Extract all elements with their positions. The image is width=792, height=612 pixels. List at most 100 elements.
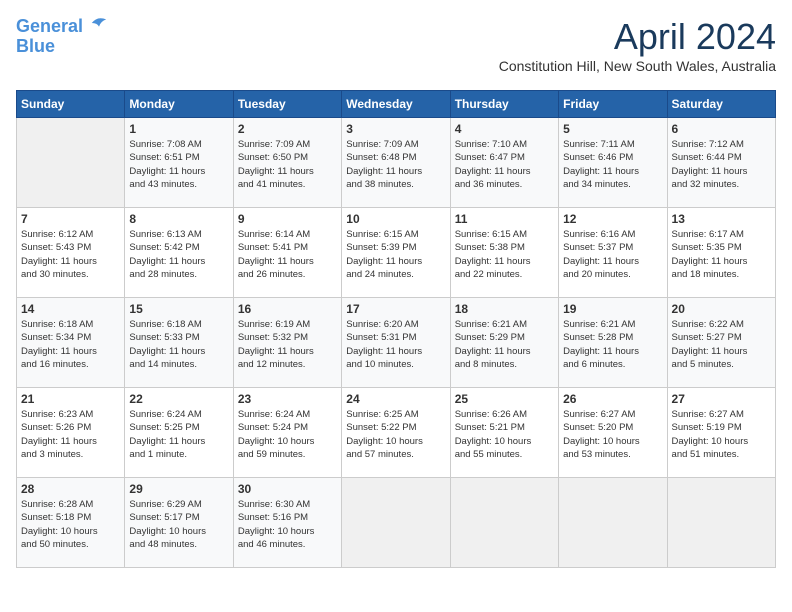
day-info: Sunrise: 6:19 AMSunset: 5:32 PMDaylight:… bbox=[238, 318, 337, 371]
day-number: 19 bbox=[563, 302, 662, 316]
logo: General Blue bbox=[16, 16, 108, 57]
calendar-cell: 4 Sunrise: 7:10 AMSunset: 6:47 PMDaylight… bbox=[450, 118, 558, 208]
day-number: 29 bbox=[129, 482, 228, 496]
calendar-cell: 6 Sunrise: 7:12 AMSunset: 6:44 PMDaylight… bbox=[667, 118, 775, 208]
calendar-cell bbox=[559, 478, 667, 568]
day-info: Sunrise: 6:12 AMSunset: 5:43 PMDaylight:… bbox=[21, 228, 120, 281]
calendar-cell: 15 Sunrise: 6:18 AMSunset: 5:33 PMDayligh… bbox=[125, 298, 233, 388]
day-info: Sunrise: 6:24 AMSunset: 5:25 PMDaylight:… bbox=[129, 408, 228, 461]
calendar-week-1: 1 Sunrise: 7:08 AMSunset: 6:51 PMDaylight… bbox=[17, 118, 776, 208]
calendar-cell bbox=[17, 118, 125, 208]
logo-bird-icon bbox=[90, 14, 108, 32]
day-number: 18 bbox=[455, 302, 554, 316]
day-info: Sunrise: 6:15 AMSunset: 5:38 PMDaylight:… bbox=[455, 228, 554, 281]
calendar-cell: 8 Sunrise: 6:13 AMSunset: 5:42 PMDaylight… bbox=[125, 208, 233, 298]
day-number: 10 bbox=[346, 212, 445, 226]
logo-text: General bbox=[16, 16, 108, 37]
day-number: 11 bbox=[455, 212, 554, 226]
calendar-cell bbox=[667, 478, 775, 568]
day-info: Sunrise: 6:29 AMSunset: 5:17 PMDaylight:… bbox=[129, 498, 228, 551]
calendar-cell: 26Sunrise: 6:27 AMSunset: 5:20 PMDayligh… bbox=[559, 388, 667, 478]
day-number: 16 bbox=[238, 302, 337, 316]
day-number: 5 bbox=[563, 122, 662, 136]
calendar-week-3: 14 Sunrise: 6:18 AMSunset: 5:34 PMDayligh… bbox=[17, 298, 776, 388]
month-title: April 2024 bbox=[499, 16, 776, 58]
day-info: Sunrise: 6:21 AMSunset: 5:28 PMDaylight:… bbox=[563, 318, 662, 371]
day-info: Sunrise: 6:13 AMSunset: 5:42 PMDaylight:… bbox=[129, 228, 228, 281]
day-number: 7 bbox=[21, 212, 120, 226]
calendar-header-row: SundayMondayTuesdayWednesdayThursdayFrid… bbox=[17, 91, 776, 118]
day-number: 30 bbox=[238, 482, 337, 496]
calendar-cell: 13 Sunrise: 6:17 AMSunset: 5:35 PMDayligh… bbox=[667, 208, 775, 298]
day-info: Sunrise: 7:09 AMSunset: 6:48 PMDaylight:… bbox=[346, 138, 445, 191]
day-info: Sunrise: 6:15 AMSunset: 5:39 PMDaylight:… bbox=[346, 228, 445, 281]
calendar-cell: 7 Sunrise: 6:12 AMSunset: 5:43 PMDaylight… bbox=[17, 208, 125, 298]
header-day-saturday: Saturday bbox=[667, 91, 775, 118]
day-info: Sunrise: 7:10 AMSunset: 6:47 PMDaylight:… bbox=[455, 138, 554, 191]
calendar-cell: 1 Sunrise: 7:08 AMSunset: 6:51 PMDaylight… bbox=[125, 118, 233, 208]
calendar-cell: 16 Sunrise: 6:19 AMSunset: 5:32 PMDayligh… bbox=[233, 298, 341, 388]
day-info: Sunrise: 6:18 AMSunset: 5:33 PMDaylight:… bbox=[129, 318, 228, 371]
calendar-cell: 3 Sunrise: 7:09 AMSunset: 6:48 PMDaylight… bbox=[342, 118, 450, 208]
calendar-cell: 19 Sunrise: 6:21 AMSunset: 5:28 PMDayligh… bbox=[559, 298, 667, 388]
day-info: Sunrise: 6:26 AMSunset: 5:21 PMDaylight:… bbox=[455, 408, 554, 461]
calendar-cell bbox=[342, 478, 450, 568]
calendar-cell: 21 Sunrise: 6:23 AMSunset: 5:26 PMDayligh… bbox=[17, 388, 125, 478]
calendar-cell: 5 Sunrise: 7:11 AMSunset: 6:46 PMDaylight… bbox=[559, 118, 667, 208]
calendar-cell: 9 Sunrise: 6:14 AMSunset: 5:41 PMDaylight… bbox=[233, 208, 341, 298]
calendar-cell: 20Sunrise: 6:22 AMSunset: 5:27 PMDayligh… bbox=[667, 298, 775, 388]
day-number: 12 bbox=[563, 212, 662, 226]
day-info: Sunrise: 6:18 AMSunset: 5:34 PMDaylight:… bbox=[21, 318, 120, 371]
calendar-cell: 25Sunrise: 6:26 AMSunset: 5:21 PMDayligh… bbox=[450, 388, 558, 478]
calendar-cell: 2 Sunrise: 7:09 AMSunset: 6:50 PMDaylight… bbox=[233, 118, 341, 208]
day-info: Sunrise: 6:20 AMSunset: 5:31 PMDaylight:… bbox=[346, 318, 445, 371]
day-info: Sunrise: 7:12 AMSunset: 6:44 PMDaylight:… bbox=[672, 138, 771, 191]
calendar-cell: 22Sunrise: 6:24 AMSunset: 5:25 PMDayligh… bbox=[125, 388, 233, 478]
day-number: 2 bbox=[238, 122, 337, 136]
calendar-week-2: 7 Sunrise: 6:12 AMSunset: 5:43 PMDaylight… bbox=[17, 208, 776, 298]
day-number: 4 bbox=[455, 122, 554, 136]
calendar-week-4: 21 Sunrise: 6:23 AMSunset: 5:26 PMDayligh… bbox=[17, 388, 776, 478]
day-number: 27 bbox=[672, 392, 771, 406]
header-day-monday: Monday bbox=[125, 91, 233, 118]
day-number: 9 bbox=[238, 212, 337, 226]
day-number: 20 bbox=[672, 302, 771, 316]
calendar-cell: 14 Sunrise: 6:18 AMSunset: 5:34 PMDayligh… bbox=[17, 298, 125, 388]
day-number: 3 bbox=[346, 122, 445, 136]
calendar-cell: 30 Sunrise: 6:30 AMSunset: 5:16 PMDayligh… bbox=[233, 478, 341, 568]
day-number: 1 bbox=[129, 122, 228, 136]
day-info: Sunrise: 6:25 AMSunset: 5:22 PMDaylight:… bbox=[346, 408, 445, 461]
day-info: Sunrise: 7:09 AMSunset: 6:50 PMDaylight:… bbox=[238, 138, 337, 191]
day-number: 15 bbox=[129, 302, 228, 316]
header-day-sunday: Sunday bbox=[17, 91, 125, 118]
day-info: Sunrise: 6:23 AMSunset: 5:26 PMDaylight:… bbox=[21, 408, 120, 461]
day-number: 13 bbox=[672, 212, 771, 226]
calendar-cell: 29 Sunrise: 6:29 AMSunset: 5:17 PMDayligh… bbox=[125, 478, 233, 568]
calendar-table: SundayMondayTuesdayWednesdayThursdayFrid… bbox=[16, 90, 776, 568]
calendar-cell: 28 Sunrise: 6:28 AMSunset: 5:18 PMDayligh… bbox=[17, 478, 125, 568]
calendar-week-5: 28 Sunrise: 6:28 AMSunset: 5:18 PMDayligh… bbox=[17, 478, 776, 568]
header-day-tuesday: Tuesday bbox=[233, 91, 341, 118]
day-info: Sunrise: 6:30 AMSunset: 5:16 PMDaylight:… bbox=[238, 498, 337, 551]
day-number: 24 bbox=[346, 392, 445, 406]
day-info: Sunrise: 6:16 AMSunset: 5:37 PMDaylight:… bbox=[563, 228, 662, 281]
title-section: April 2024 Constitution Hill, New South … bbox=[499, 16, 776, 82]
day-number: 23 bbox=[238, 392, 337, 406]
day-info: Sunrise: 7:11 AMSunset: 6:46 PMDaylight:… bbox=[563, 138, 662, 191]
day-info: Sunrise: 6:27 AMSunset: 5:20 PMDaylight:… bbox=[563, 408, 662, 461]
day-info: Sunrise: 6:17 AMSunset: 5:35 PMDaylight:… bbox=[672, 228, 771, 281]
day-number: 8 bbox=[129, 212, 228, 226]
day-info: Sunrise: 6:24 AMSunset: 5:24 PMDaylight:… bbox=[238, 408, 337, 461]
day-number: 14 bbox=[21, 302, 120, 316]
day-info: Sunrise: 7:08 AMSunset: 6:51 PMDaylight:… bbox=[129, 138, 228, 191]
calendar-cell: 10 Sunrise: 6:15 AMSunset: 5:39 PMDayligh… bbox=[342, 208, 450, 298]
day-number: 6 bbox=[672, 122, 771, 136]
day-number: 17 bbox=[346, 302, 445, 316]
calendar-cell: 18Sunrise: 6:21 AMSunset: 5:29 PMDayligh… bbox=[450, 298, 558, 388]
calendar-cell bbox=[450, 478, 558, 568]
header-day-friday: Friday bbox=[559, 91, 667, 118]
day-number: 28 bbox=[21, 482, 120, 496]
day-number: 21 bbox=[21, 392, 120, 406]
day-info: Sunrise: 6:14 AMSunset: 5:41 PMDaylight:… bbox=[238, 228, 337, 281]
day-info: Sunrise: 6:28 AMSunset: 5:18 PMDaylight:… bbox=[21, 498, 120, 551]
